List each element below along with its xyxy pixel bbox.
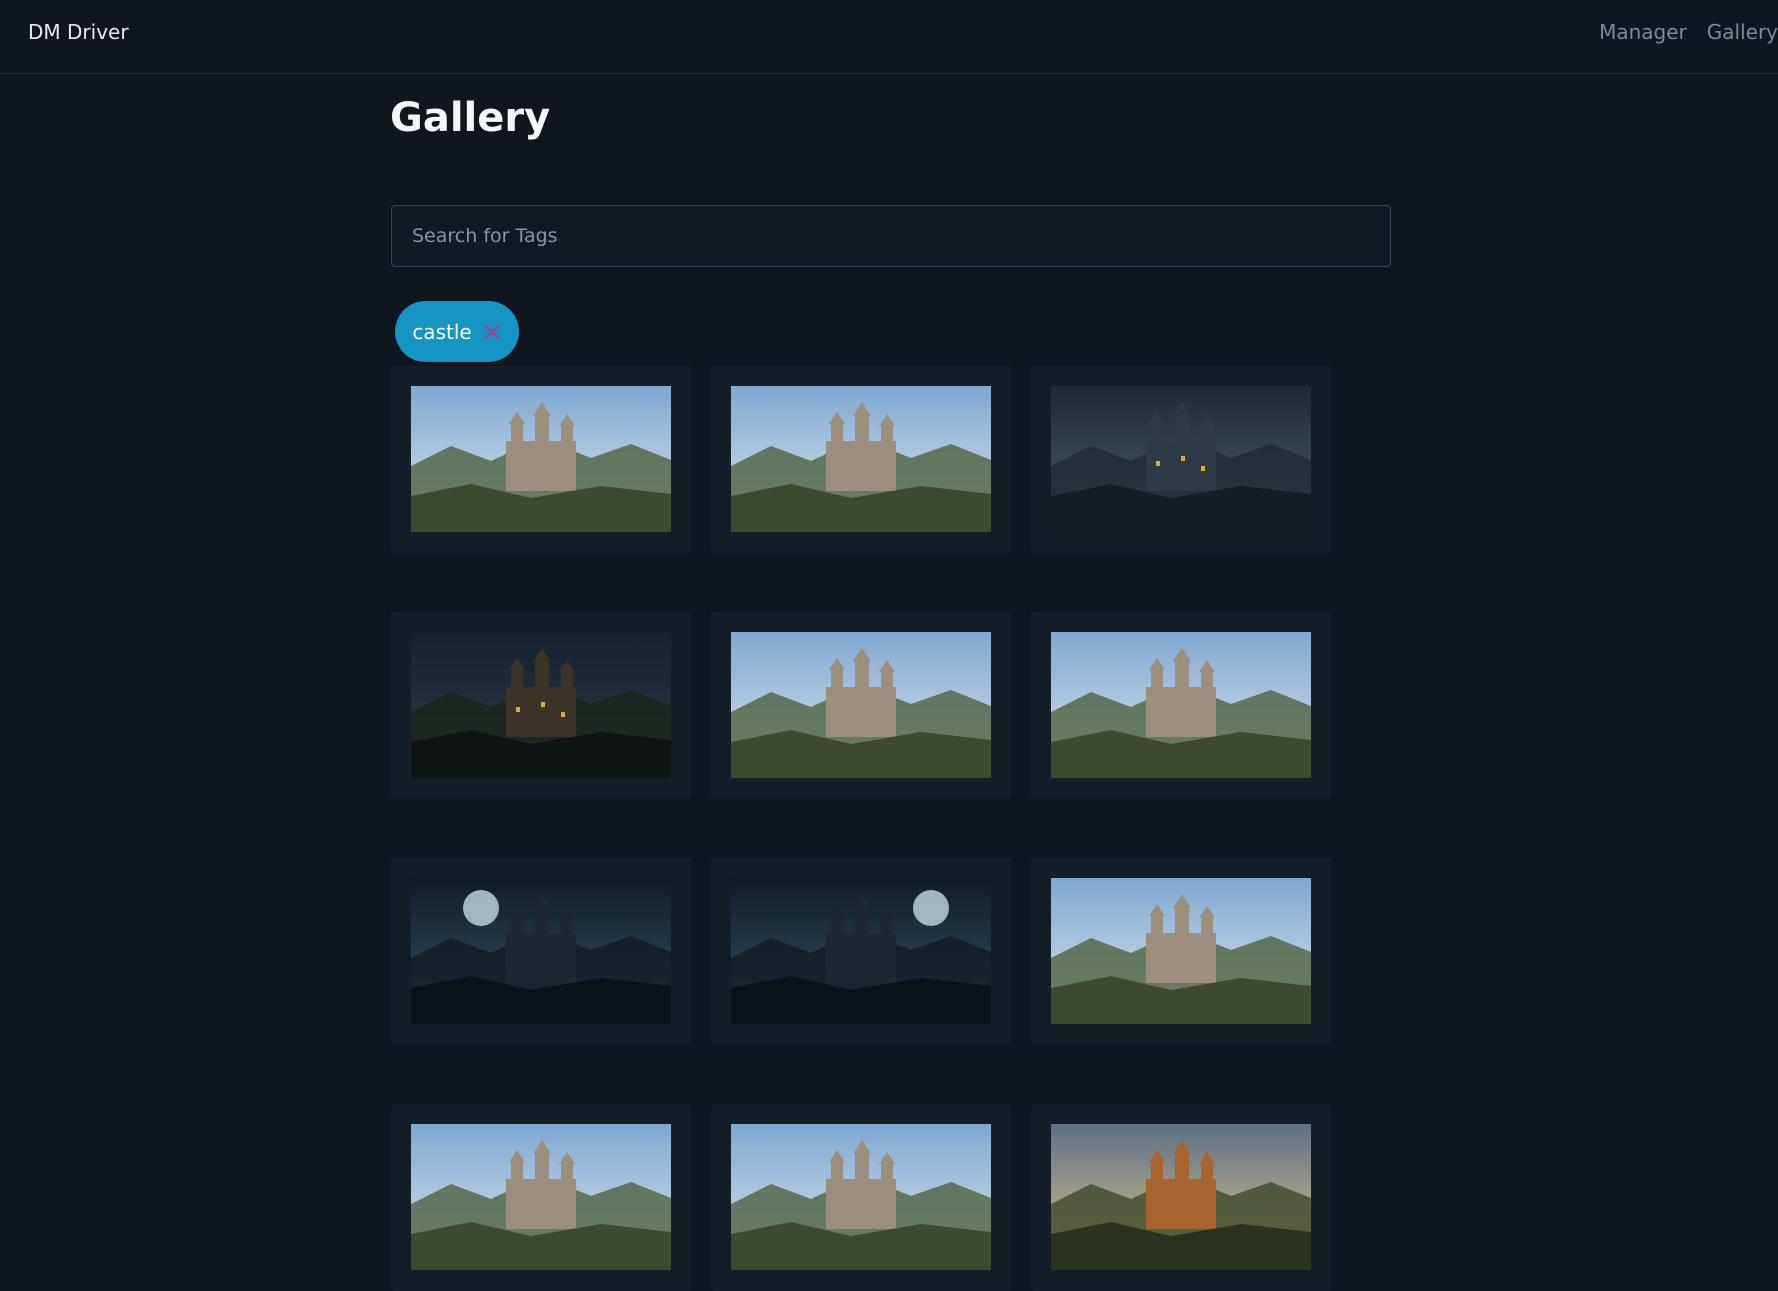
gallery-card[interactable] [391, 366, 691, 553]
castle-image[interactable] [1051, 1124, 1311, 1270]
castle-illustration [411, 632, 671, 778]
gallery-card[interactable] [1031, 612, 1331, 799]
gallery-card[interactable] [391, 1104, 691, 1291]
gallery-card[interactable] [711, 366, 1011, 553]
castle-image[interactable] [411, 878, 671, 1024]
castle-illustration [411, 1124, 671, 1270]
castle-image[interactable] [731, 386, 991, 532]
castle-illustration [1051, 386, 1311, 532]
gallery-card[interactable] [1031, 1104, 1331, 1291]
castle-image[interactable] [1051, 878, 1311, 1024]
gallery-card[interactable] [1031, 858, 1331, 1045]
close-icon[interactable] [482, 322, 502, 342]
castle-illustration [1051, 878, 1311, 1024]
page-title: Gallery [390, 95, 551, 141]
castle-image[interactable] [411, 386, 671, 532]
castle-image[interactable] [411, 632, 671, 778]
castle-illustration [411, 878, 671, 1024]
castle-illustration [731, 1124, 991, 1270]
castle-illustration [731, 632, 991, 778]
gallery-card[interactable] [711, 858, 1011, 1045]
nav-item-manager[interactable]: Manager [1599, 20, 1687, 44]
castle-illustration [731, 386, 991, 532]
brand-title[interactable]: DM Driver [28, 20, 129, 44]
castle-image[interactable] [1051, 386, 1311, 532]
castle-image[interactable] [731, 878, 991, 1024]
navbar: DM Driver Manager Gallery [0, 0, 1778, 74]
castle-illustration [411, 386, 671, 532]
tag-chip-label: castle [412, 319, 472, 344]
nav-links: Manager Gallery [1599, 20, 1778, 44]
gallery-card[interactable] [711, 1104, 1011, 1291]
gallery-card[interactable] [391, 612, 691, 799]
castle-image[interactable] [731, 632, 991, 778]
castle-image[interactable] [731, 1124, 991, 1270]
castle-illustration [731, 878, 991, 1024]
gallery-card[interactable] [711, 612, 1011, 799]
castle-image[interactable] [1051, 632, 1311, 778]
tag-chip-castle: castle [395, 301, 519, 362]
gallery-card[interactable] [391, 858, 691, 1045]
nav-item-gallery[interactable]: Gallery [1707, 20, 1778, 44]
castle-illustration [1051, 1124, 1311, 1270]
castle-image[interactable] [411, 1124, 671, 1270]
tag-search-input[interactable] [391, 205, 1391, 267]
gallery-card[interactable] [1031, 366, 1331, 553]
castle-illustration [1051, 632, 1311, 778]
